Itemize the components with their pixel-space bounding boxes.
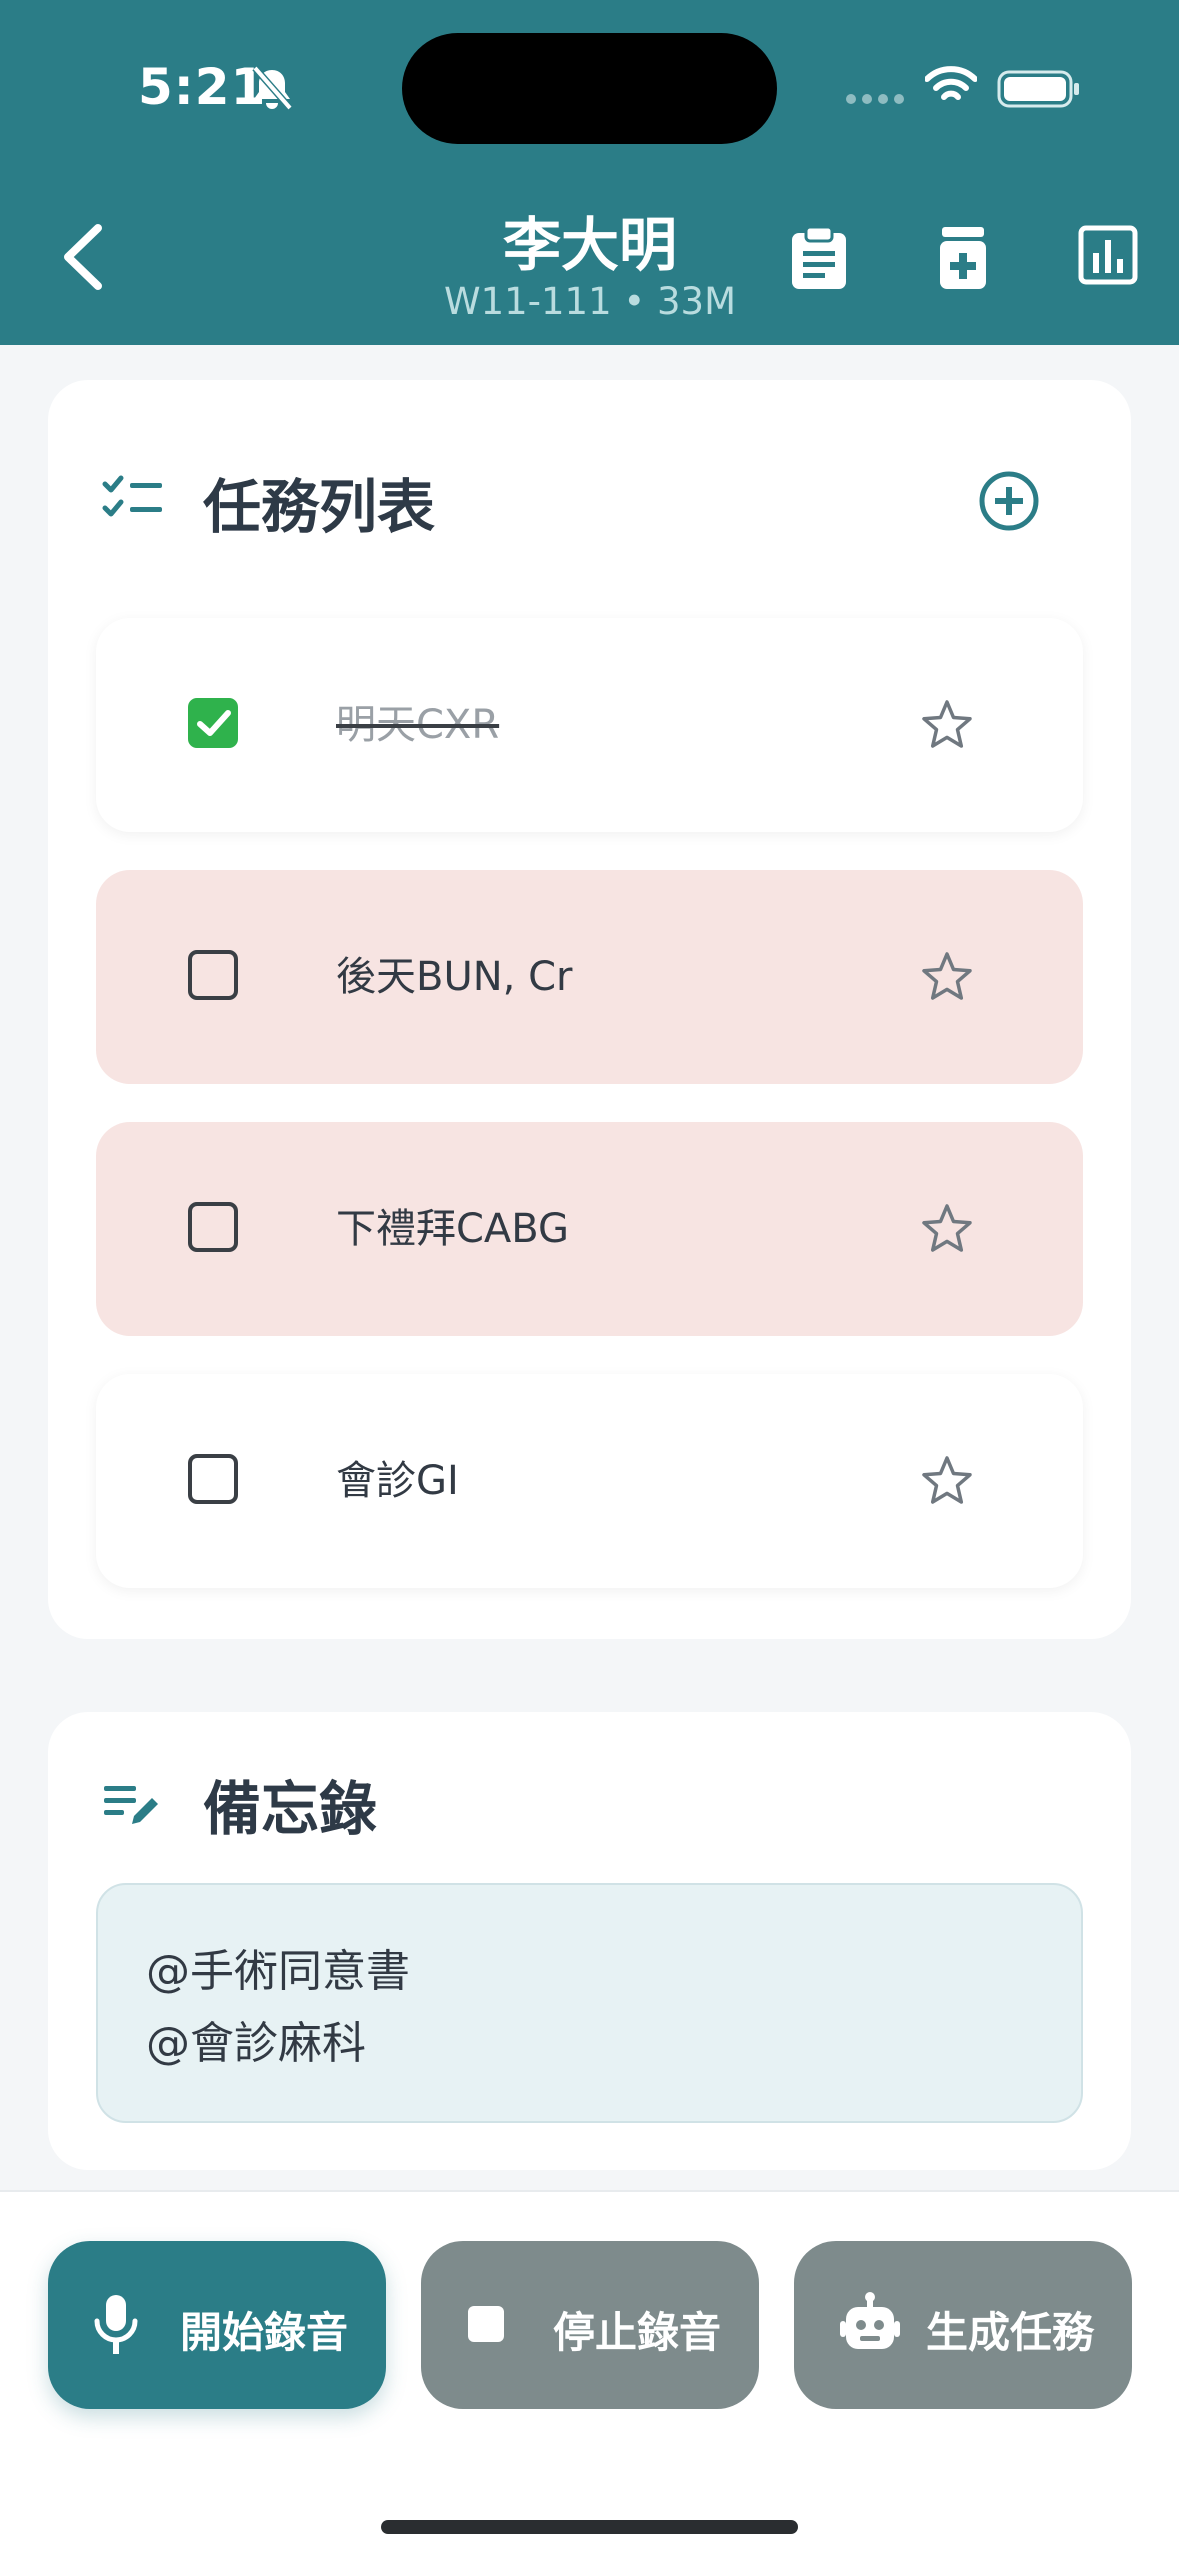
medication-bottle-icon[interactable] [938,225,988,291]
task-label: 下禮拜CABG [336,1206,570,1252]
star-icon[interactable] [920,1202,974,1256]
battery-icon [997,70,1079,108]
task-checkbox-checked[interactable] [188,698,238,748]
clipboard-icon[interactable] [788,225,850,291]
star-icon[interactable] [920,950,974,1004]
task-item[interactable]: 會診GI [96,1374,1083,1588]
dynamic-island [402,33,777,144]
checkmark-icon [197,710,231,736]
app-header: 5:21 李大明 W11-111 • 33M [0,0,1179,345]
memo-line: @手術同意書 [146,1946,410,1997]
memo-line: @會診麻科 [146,2018,366,2069]
task-item-highlighted[interactable]: 下禮拜CABG [96,1122,1083,1336]
task-checkbox[interactable] [188,1454,238,1504]
cellular-signal-icon [846,94,904,104]
bottom-action-bar: 開始錄音 停止錄音 生成任務 [0,2190,1179,2558]
robot-icon [840,2292,900,2349]
task-list-title: 任務列表 [203,473,436,541]
status-time: 5:21 [138,58,267,116]
wifi-icon [925,66,977,100]
start-recording-label: 開始錄音 [180,2308,349,2357]
bell-muted-icon [252,65,293,111]
task-checkbox[interactable] [188,1202,238,1252]
star-icon[interactable] [920,698,974,752]
memo-title: 備忘錄 [203,1775,378,1843]
task-label: 明天CXR [336,702,500,748]
add-task-icon[interactable] [978,470,1040,532]
start-recording-button[interactable]: 開始錄音 [48,2241,386,2409]
microphone-icon [94,2295,138,2354]
home-indicator [381,2520,798,2534]
stop-recording-label: 停止錄音 [553,2308,722,2357]
patient-info: W11-111 • 33M [444,280,736,323]
checklist-icon [102,475,162,517]
bar-chart-icon[interactable] [1078,225,1138,285]
memo-textarea[interactable]: @手術同意書 @會診麻科 [96,1883,1083,2123]
task-label: 後天BUN, Cr [336,954,573,1000]
memo-card: 備忘錄 @手術同意書 @會診麻科 [48,1712,1131,2170]
generate-tasks-button[interactable]: 生成任務 [794,2241,1132,2409]
stop-recording-button[interactable]: 停止錄音 [421,2241,759,2409]
task-item-highlighted[interactable]: 後天BUN, Cr [96,870,1083,1084]
generate-tasks-label: 生成任務 [926,2308,1095,2357]
task-label: 會診GI [336,1458,459,1504]
task-item[interactable]: 明天CXR [96,618,1083,832]
task-checkbox[interactable] [188,950,238,1000]
star-icon[interactable] [920,1454,974,1508]
patient-name: 李大明 [502,211,677,279]
task-list-card: 任務列表 明天CXR 後天BUN, Cr 下禮拜CABG 會診GI [48,380,1131,1639]
stop-icon [468,2306,504,2342]
note-edit-icon [104,1786,158,1824]
back-chevron-icon[interactable] [58,222,108,292]
